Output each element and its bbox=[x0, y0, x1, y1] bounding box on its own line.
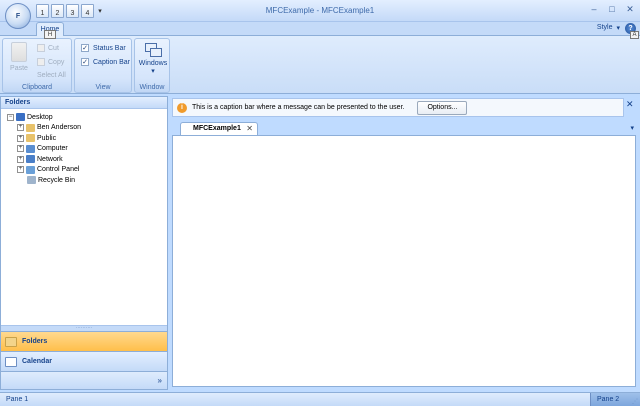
chevron-right-double-icon[interactable]: » bbox=[158, 376, 162, 385]
tree-expander-icon[interactable]: + bbox=[17, 124, 24, 132]
style-menu[interactable]: Style ▾ bbox=[597, 24, 620, 32]
checkbox-checked-icon: ✓ bbox=[81, 44, 89, 52]
chevron-down-icon: ▾ bbox=[151, 68, 155, 75]
caption-bar-message: This is a caption bar where a message ca… bbox=[192, 104, 405, 111]
folder-icon bbox=[5, 336, 17, 347]
calendar-icon bbox=[5, 356, 17, 367]
nav-button-folders[interactable]: Folders bbox=[1, 331, 167, 351]
maximize-button[interactable]: □ bbox=[606, 3, 618, 15]
view-group: ✓ Status Bar ✓ Caption Bar View bbox=[74, 38, 132, 93]
copy-button[interactable]: Copy bbox=[37, 58, 64, 66]
windows-icon bbox=[143, 42, 163, 58]
tree-expander-icon[interactable]: + bbox=[17, 166, 24, 174]
status-bar: Pane 1 Pane 2 ⋰ bbox=[0, 392, 640, 406]
caption-bar-label: Caption Bar bbox=[93, 58, 130, 66]
status-pane-2-label: Pane 2 bbox=[597, 396, 620, 403]
tree-item-label: Network bbox=[37, 155, 63, 163]
keytip-home: H bbox=[44, 30, 56, 39]
cut-button[interactable]: Cut bbox=[37, 44, 59, 52]
copy-label: Copy bbox=[48, 58, 65, 66]
folder-tree: − Desktop + Ben Anderson + Public + Comp… bbox=[1, 109, 167, 186]
document-view[interactable] bbox=[172, 135, 636, 387]
tree-expander-icon[interactable]: + bbox=[17, 134, 24, 142]
folder-icon bbox=[26, 134, 35, 143]
control-panel-icon bbox=[26, 165, 35, 174]
options-button[interactable]: Options... bbox=[417, 100, 468, 115]
keytip-help: A bbox=[630, 31, 639, 39]
paste-icon bbox=[11, 42, 27, 62]
status-pane-2: Pane 2 ⋰ bbox=[590, 393, 640, 406]
cut-label: Cut bbox=[48, 44, 59, 52]
nav-folders-label: Folders bbox=[22, 338, 48, 345]
paste-label: Paste bbox=[10, 65, 28, 72]
user-folder-icon bbox=[26, 123, 35, 132]
tree-item-label: Computer bbox=[37, 145, 68, 153]
document-tab-strip: MFCExample1 ✕ ▾ bbox=[172, 121, 638, 135]
select-all-label: Select All bbox=[37, 72, 66, 79]
tab-mfcexample1[interactable]: MFCExample1 ✕ bbox=[180, 122, 258, 135]
caption-bar-checkbox[interactable]: ✓ Caption Bar bbox=[81, 58, 130, 66]
ribbon-tab-row bbox=[0, 22, 640, 35]
window-group: Windows ▾ Window bbox=[134, 38, 170, 93]
status-bar-label: Status Bar bbox=[93, 44, 126, 52]
clipboard-group: Paste Cut Copy Select All Clipboard bbox=[2, 38, 72, 93]
tree-expander-icon[interactable]: + bbox=[17, 145, 24, 153]
chevron-down-icon: ▾ bbox=[616, 25, 620, 32]
view-group-label: View bbox=[95, 84, 111, 91]
application-orb-icon: F bbox=[15, 12, 21, 20]
clipboard-group-label: Clipboard bbox=[22, 84, 52, 91]
computer-icon bbox=[26, 144, 35, 153]
windows-label: Windows bbox=[138, 60, 168, 67]
windows-button[interactable]: Windows ▾ bbox=[138, 42, 168, 75]
tree-expander-icon[interactable]: + bbox=[17, 155, 24, 163]
tree-expander-icon[interactable]: − bbox=[7, 113, 14, 121]
resize-grip-icon[interactable]: ⋰ bbox=[632, 398, 638, 405]
recycle-bin-icon bbox=[27, 176, 36, 185]
nav-button-calendar[interactable]: Calendar bbox=[1, 351, 167, 371]
scissors-icon bbox=[37, 44, 45, 52]
style-label: Style bbox=[596, 24, 613, 31]
paste-button[interactable]: Paste bbox=[7, 42, 31, 72]
tab-list-dropdown-icon[interactable]: ▾ bbox=[630, 124, 634, 132]
tree-item-recycle-bin[interactable]: Recycle Bin bbox=[7, 175, 167, 186]
tree-item-label: Recycle Bin bbox=[38, 176, 75, 184]
window-title: MFCExample - MFCExample1 bbox=[265, 6, 375, 15]
close-icon[interactable]: ✕ bbox=[246, 124, 253, 133]
tree-item-ben-anderson[interactable]: + Ben Anderson bbox=[7, 123, 167, 134]
tree-item-control-panel[interactable]: + Control Panel bbox=[7, 165, 167, 176]
application-button[interactable]: F bbox=[5, 3, 31, 29]
nav-calendar-label: Calendar bbox=[22, 358, 52, 365]
ribbon: Paste Cut Copy Select All Clipboard ✓ St… bbox=[0, 35, 640, 94]
tree-item-public[interactable]: + Public bbox=[7, 133, 167, 144]
caption-bar-close-icon[interactable]: ✕ bbox=[626, 99, 634, 110]
select-all-button[interactable]: Select All bbox=[37, 72, 66, 79]
tree-item-desktop[interactable]: − Desktop bbox=[7, 112, 167, 123]
status-pane-1: Pane 1 bbox=[6, 396, 29, 403]
document-tab-label: MFCExample1 bbox=[193, 125, 241, 132]
tree-item-label: Public bbox=[37, 134, 57, 142]
tree-item-network[interactable]: + Network bbox=[7, 154, 167, 165]
tree-item-label: Desktop bbox=[27, 113, 53, 121]
close-button[interactable]: ✕ bbox=[624, 3, 636, 15]
minimize-button[interactable]: – bbox=[588, 3, 600, 15]
window-group-label: Window bbox=[139, 84, 165, 91]
copy-icon bbox=[37, 58, 45, 66]
checkbox-checked-icon: ✓ bbox=[81, 58, 89, 66]
network-icon bbox=[26, 155, 35, 164]
tree-item-computer[interactable]: + Computer bbox=[7, 144, 167, 155]
info-icon: i bbox=[177, 102, 187, 113]
desktop-icon bbox=[16, 113, 25, 122]
tree-item-label: Ben Anderson bbox=[37, 124, 81, 132]
folders-pane: Folders − Desktop + Ben Anderson + Publi… bbox=[0, 96, 168, 390]
navigation-overflow-bar: » bbox=[1, 371, 167, 389]
folders-pane-title: Folders bbox=[1, 97, 167, 109]
caption-bar: i This is a caption bar where a message … bbox=[172, 98, 624, 117]
title-bar: 1 2 3 4 ▾ MFCExample - MFCExample1 – □ ✕ bbox=[0, 0, 640, 22]
tree-item-label: Control Panel bbox=[37, 166, 80, 174]
window-controls: – □ ✕ bbox=[588, 3, 636, 15]
status-bar-checkbox[interactable]: ✓ Status Bar bbox=[81, 44, 126, 52]
